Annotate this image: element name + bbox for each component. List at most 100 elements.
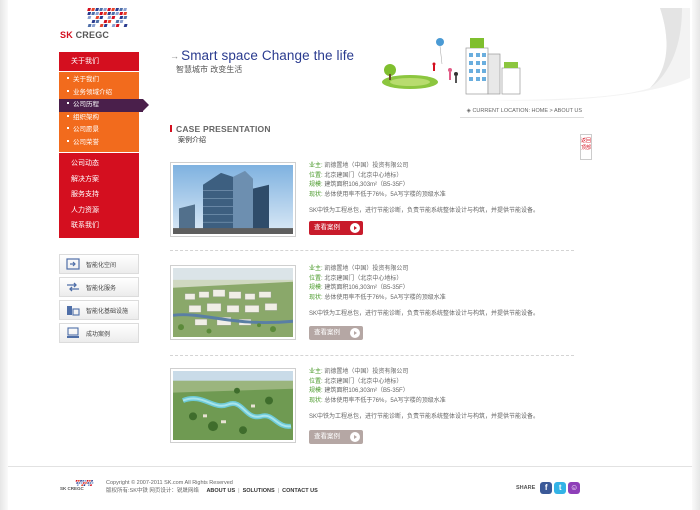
footer-link-contact[interactable]: CONTACT US	[282, 488, 318, 494]
logo-tile	[87, 24, 92, 27]
banner-tagline: → Smart space Change the life 智慧城市 改变生活	[170, 48, 354, 75]
logo-tile	[76, 482, 79, 484]
section-title-english: CASE PRESENTATION	[170, 124, 271, 134]
logo-tile	[80, 482, 83, 484]
logo-tile	[89, 484, 93, 487]
logo-tile	[115, 8, 119, 11]
logo-tile	[107, 8, 111, 11]
bullet-icon	[67, 114, 69, 117]
case-thumbnail[interactable]	[170, 368, 296, 443]
sidebar-sub-list: 关于我们 业务领域介绍 公司历程 组织架构 公司愿景 公司荣誉	[59, 72, 149, 152]
logo-tile	[107, 16, 112, 19]
footer-link-solutions[interactable]: SOLUTIONS	[243, 488, 275, 494]
back-to-top-tab[interactable]: 返回顶部	[580, 134, 592, 160]
logo-tile	[103, 8, 107, 11]
logo-tile	[111, 16, 116, 19]
case-description: SK中铁为工程总包，进行节能诊断，负责节能系统整体设计与构筑，并提供节能设备。	[309, 208, 540, 214]
logo-tile	[91, 8, 95, 11]
credits-text: 版权所有:SK中铁 网页设计：锐晟网络	[106, 488, 199, 494]
myspace-icon[interactable]: ☺	[568, 482, 581, 494]
case-item: 业主: 凯德置地（中国）投资有限公司 位置: 北京建国门（北京中心地标） 规模:…	[170, 162, 574, 242]
sidebar-sub-item-organization[interactable]: 组织架构	[59, 112, 139, 125]
smart-space-icon	[65, 258, 81, 271]
feature-smart-space[interactable]: 智能化空间	[59, 254, 139, 274]
feature-smart-service[interactable]: 智能化服务	[59, 277, 139, 297]
sidebar-sub-item-honors[interactable]: 公司荣誉	[59, 137, 139, 150]
feature-infrastructure[interactable]: 智能化基础设施	[59, 300, 139, 320]
sidebar-item-solutions[interactable]: 解决方案	[59, 172, 139, 188]
case-status: 现状: 总体使用率不低于76%，5A写字楼的顶级水准	[309, 397, 446, 404]
view-case-button[interactable]: 查看案例	[309, 326, 363, 340]
logo-tile	[107, 20, 112, 23]
bullet-icon	[67, 127, 69, 130]
footer-link-about[interactable]: ABOUT US	[206, 488, 235, 494]
sidebar-item-news[interactable]: 公司动态	[59, 156, 139, 172]
logo-text: SK CREGC	[60, 30, 110, 40]
sidebar-sub-item-about[interactable]: 关于我们	[59, 74, 139, 87]
link-separator: |	[277, 488, 280, 494]
case-description: SK中铁为工程总包，进行节能诊断，负责节能系统整体设计与构筑，并提供节能设备。	[309, 414, 540, 420]
sidebar-sub-item-vision[interactable]: 公司愿景	[59, 124, 139, 137]
logo-tile	[87, 12, 92, 15]
logo-tile	[111, 8, 115, 11]
sidebar-main-list: 公司动态 解决方案 服务支持 人力资源 联系我们	[59, 153, 139, 238]
footer-copyright: Copyright © 2007-2011 SK.com All Rights …	[106, 479, 318, 495]
section-title-chinese: 案例介绍	[178, 137, 206, 144]
logo-tile	[88, 480, 91, 482]
case-thumbnail[interactable]	[170, 265, 296, 340]
logo-tile	[77, 480, 80, 482]
case-info: 业主: 凯德置地（中国）投资有限公司 位置: 北京建国门（北京中心地标） 规模:…	[309, 265, 574, 340]
case-owner: 业主: 凯德置地（中国）投资有限公司	[309, 369, 409, 375]
case-info: 业主: 凯德置地（中国）投资有限公司 位置: 北京建国门（北京中心地标） 规模:…	[309, 368, 574, 444]
case-owner: 业主: 凯德置地（中国）投资有限公司	[309, 266, 409, 272]
case-location: 位置: 北京建国门（北京中心地标）	[309, 172, 403, 179]
logo-tile	[123, 8, 127, 11]
footer-credits-row: 版权所有:SK中铁 网页设计：锐晟网络 ABOUT US | SOLUTIONS | C…	[106, 487, 318, 495]
logo-tile	[119, 16, 124, 19]
case-location: 位置: 北京建国门（北京中心地标）	[309, 378, 403, 385]
logo-tile	[103, 24, 108, 27]
view-case-button[interactable]: 查看案例	[309, 430, 363, 444]
logo-tile	[79, 480, 82, 482]
logo-tile	[115, 12, 120, 15]
logo-tile	[78, 482, 81, 484]
page: SK CREGC 关于我们 关于我们 业务领域介绍 公司历程 组织架构 公司愿景…	[0, 0, 700, 510]
case-item: 业主: 凯德置地（中国）投资有限公司 位置: 北京建国门（北京中心地标） 规模:…	[170, 265, 574, 345]
footer-logo-text: SK CREGC	[60, 486, 84, 491]
logo-tile	[95, 8, 99, 11]
view-case-button[interactable]: 查看案例	[309, 221, 363, 235]
case-divider	[170, 355, 574, 356]
logo-tile	[90, 480, 94, 482]
company-logo[interactable]: SK CREGC	[58, 8, 158, 44]
share-bar: SHARE f t ☺	[516, 482, 582, 494]
sidebar-item-support[interactable]: 服务支持	[59, 187, 139, 203]
logo-tile	[99, 12, 104, 15]
logo-tile	[99, 16, 104, 19]
sidebar-item-contact[interactable]: 联系我们	[59, 218, 139, 234]
bullet-icon	[67, 139, 69, 142]
sidebar-sub-item-business[interactable]: 业务领域介绍	[59, 87, 139, 100]
logo-tile	[103, 20, 108, 23]
sidebar-item-hr[interactable]: 人力资源	[59, 203, 139, 219]
footer-logo[interactable]: SK CREGC	[58, 480, 102, 496]
facebook-icon[interactable]: f	[540, 482, 553, 494]
logo-tile	[123, 24, 128, 27]
sidebar-sub-item-history[interactable]: 公司历程	[59, 99, 149, 112]
sidebar-header[interactable]: 关于我们	[59, 52, 139, 72]
case-description: SK中铁为工程总包，进行节能诊断，负责节能系统整体设计与构筑，并提供节能设备。	[309, 311, 540, 317]
share-label: SHARE	[516, 485, 536, 491]
logo-tile	[91, 20, 96, 23]
logo-tile	[91, 482, 94, 484]
case-thumbnail[interactable]	[170, 162, 296, 237]
logo-tile	[91, 24, 96, 27]
arrow-circle-icon	[350, 328, 360, 338]
twitter-icon[interactable]: t	[554, 482, 567, 494]
logo-tile	[99, 8, 103, 11]
case-owner: 业主: 凯德置地（中国）投资有限公司	[309, 163, 409, 169]
logo-tile	[123, 12, 128, 15]
logo-tile	[84, 482, 88, 484]
logo-grid-icon	[87, 8, 128, 27]
feature-success-cases[interactable]: 成功案例	[59, 323, 139, 343]
logo-tile	[82, 482, 85, 484]
logo-tile	[95, 20, 100, 23]
